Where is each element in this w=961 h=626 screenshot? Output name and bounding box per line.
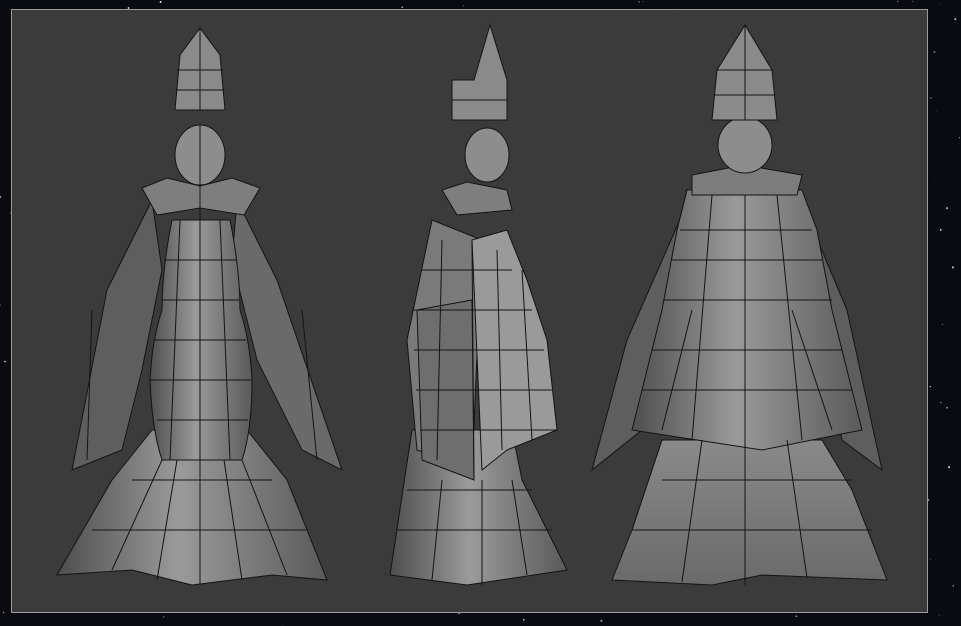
star [936, 110, 937, 112]
star [0, 304, 1, 306]
star [463, 5, 464, 7]
star [638, 1, 640, 3]
star [958, 137, 961, 139]
star [2, 611, 5, 614]
side-skirt [389, 429, 568, 586]
star [159, 0, 162, 3]
star [933, 50, 936, 53]
side-head [464, 127, 510, 183]
star [940, 2, 942, 4]
star [945, 207, 949, 210]
star [941, 323, 943, 325]
wireframe-figures [56, 23, 888, 586]
side-collar [441, 181, 513, 216]
3d-viewport[interactable] [11, 9, 928, 613]
star [946, 407, 948, 409]
star [951, 266, 954, 269]
side-hat [451, 23, 508, 121]
star [939, 229, 942, 231]
star [929, 385, 931, 388]
star [948, 466, 951, 469]
image-canvas [0, 0, 961, 626]
star [952, 585, 954, 587]
star [938, 615, 940, 617]
star [930, 97, 932, 99]
star [163, 616, 165, 618]
star [523, 618, 525, 621]
star [401, 6, 403, 8]
back-lower-robe [611, 439, 888, 586]
star [940, 401, 942, 404]
back-head [717, 116, 773, 174]
star [642, 1, 644, 3]
side-view-model [389, 23, 568, 586]
star [929, 558, 931, 560]
star [600, 619, 603, 622]
star [934, 178, 935, 180]
star [954, 18, 957, 21]
back-view-model [591, 24, 888, 586]
front-cape-left [71, 198, 163, 471]
star [912, 0, 914, 2]
star [795, 615, 798, 618]
front-view-model [56, 27, 343, 586]
star [4, 360, 6, 363]
star [897, 0, 899, 3]
star [0, 196, 2, 198]
